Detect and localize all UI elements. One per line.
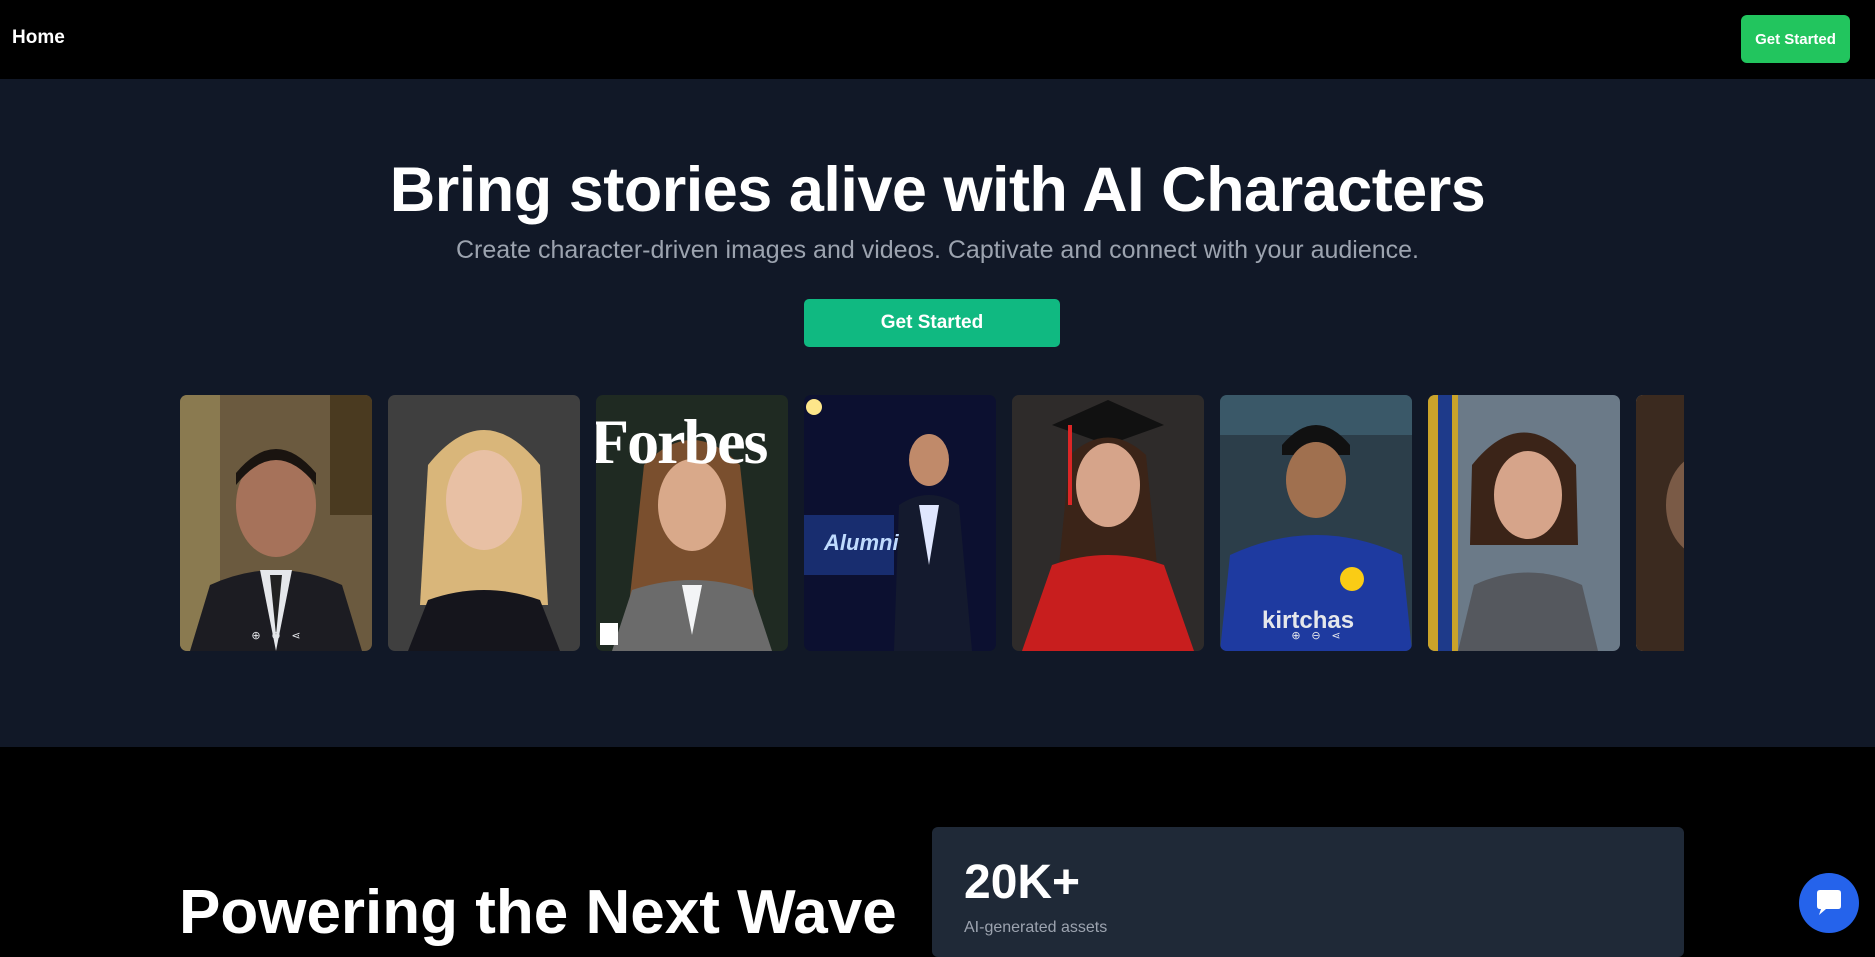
zoom-in-icon[interactable]: ⊕ xyxy=(1289,629,1303,643)
home-link[interactable]: Home xyxy=(12,27,65,49)
character-card-graduate[interactable] xyxy=(1012,395,1204,651)
get-started-nav-button[interactable]: Get Started xyxy=(1741,15,1850,63)
section-heading: Powering the Next Wave xyxy=(179,878,897,947)
character-image xyxy=(1636,395,1684,651)
character-card-footballer[interactable]: kirtchas ⊕ ⊖ ⋖ xyxy=(1220,395,1412,651)
character-card-businessman[interactable]: ⊕ ⊖ ⋖ xyxy=(180,395,372,651)
zoom-out-icon[interactable]: ⊖ xyxy=(1309,629,1323,643)
hero-section: Bring stories alive with AI Characters C… xyxy=(0,79,1875,747)
get-started-hero-button[interactable]: Get Started xyxy=(804,299,1060,347)
stat-card: 20K+ AI-generated assets xyxy=(932,827,1684,957)
zoom-out-icon[interactable]: ⊖ xyxy=(269,629,283,643)
zoom-in-icon[interactable]: ⊕ xyxy=(249,629,263,643)
hero-subtitle: Create character-driven images and video… xyxy=(455,236,1420,264)
stage-screen-text: Alumni xyxy=(824,530,899,555)
chat-widget-button[interactable] xyxy=(1799,873,1859,933)
stat-value: 20K+ xyxy=(964,856,1081,909)
share-icon[interactable]: ⋖ xyxy=(289,629,303,643)
character-card-blonde-woman[interactable] xyxy=(388,395,580,651)
stats-section: Powering the Next Wave 20K+ AI-generated… xyxy=(0,747,1875,957)
magazine-masthead: Forbes xyxy=(596,406,768,477)
card-toolbar: ⊕ ⊖ ⋖ xyxy=(249,629,303,643)
character-gallery: ⊕ ⊖ ⋖ Forbes Alumni kirtchas ⊕ ⊖ ⋖ xyxy=(180,395,1684,651)
stat-label: AI-generated assets xyxy=(964,919,1108,936)
hero-title: Bring stories alive with AI Characters xyxy=(389,155,1486,225)
chat-icon xyxy=(1817,890,1841,915)
character-card-magazine-cover[interactable]: Forbes xyxy=(596,395,788,651)
character-image xyxy=(388,395,580,651)
share-icon[interactable]: ⋖ xyxy=(1329,629,1343,643)
character-card-stage-speaker[interactable]: Alumni xyxy=(804,395,996,651)
character-image xyxy=(1012,395,1204,651)
character-image xyxy=(804,395,996,651)
character-image xyxy=(180,395,372,651)
character-card-partial[interactable] xyxy=(1636,395,1684,651)
character-image xyxy=(1428,395,1620,651)
character-card-politician[interactable] xyxy=(1428,395,1620,651)
top-nav: Home Get Started xyxy=(0,0,1875,79)
card-toolbar: ⊕ ⊖ ⋖ xyxy=(1289,629,1343,643)
